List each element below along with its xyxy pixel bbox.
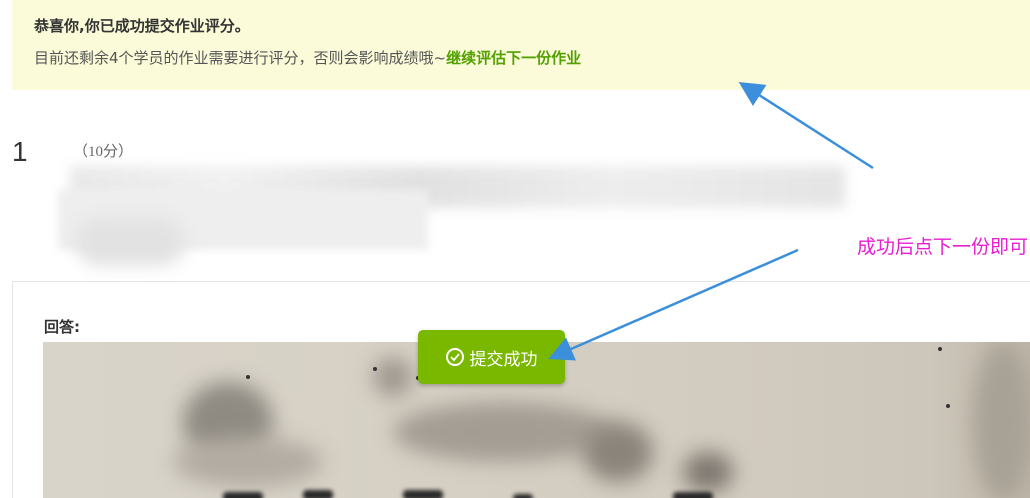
annotation-text: 成功后点下一份即可 (857, 236, 1029, 258)
question-score: （10分） (73, 144, 134, 160)
next-assignment-link[interactable]: 继续评估下一份作业 (446, 49, 581, 67)
notice-message: 目前还剩余4个学员的作业需要进行评分，否则会影响成绩哦~ (34, 49, 447, 67)
success-notice: 恭喜你,你已成功提交作业评分。 目前还剩余4个学员的作业需要进行评分，否则会影响… (12, 0, 1030, 90)
check-circle-icon (445, 348, 464, 366)
submit-success-button[interactable]: 提交成功 (418, 330, 565, 384)
answer-label: 回答: (44, 318, 80, 336)
blurred-question-text-3 (75, 218, 185, 266)
arrow-to-next-link (738, 81, 874, 170)
submit-button-label: 提交成功 (469, 349, 538, 370)
question-number: 1 (12, 136, 28, 167)
notice-message-line: 目前还剩余4个学员的作业需要进行评分，否则会影响成绩哦~继续评估下一份作业 (34, 46, 1030, 70)
notice-title: 恭喜你,你已成功提交作业评分。 (34, 17, 250, 35)
